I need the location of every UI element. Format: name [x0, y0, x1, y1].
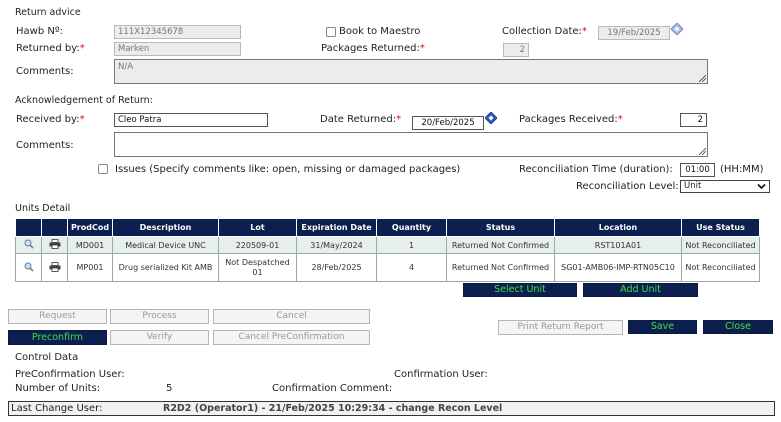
returned-by-label: Returned by:*: [16, 43, 85, 54]
recon-time-label: Reconciliation Time (duration):: [519, 164, 673, 175]
cell-location: RST101A01: [554, 236, 682, 254]
row-print-cell[interactable]: [41, 253, 68, 282]
calendar-icon[interactable]: [671, 23, 683, 35]
return-comments-textarea[interactable]: N/A: [114, 59, 708, 84]
packages-received-input[interactable]: 2: [680, 113, 707, 127]
request-button[interactable]: Request: [8, 309, 107, 324]
col-header-use-status[interactable]: Use Status: [681, 218, 760, 237]
issues-checkbox[interactable]: [98, 164, 108, 174]
magnifier-icon[interactable]: [24, 239, 34, 249]
table-row[interactable]: MP001 Drug serialized Kit AMB Not Despat…: [15, 253, 760, 282]
cell-quantity: 4: [376, 253, 447, 282]
packages-received-label: Packages Received:*: [519, 114, 623, 125]
resize-grip-icon[interactable]: [699, 75, 706, 82]
last-change-value: R2D2 (Operator1) - 21/Feb/2025 10:29:34 …: [163, 403, 503, 414]
col-header-expiration[interactable]: Expiration Date: [296, 218, 377, 237]
last-change-bar: Last Change User: R2D2 (Operator1) - 21/…: [8, 401, 775, 416]
cell-lot: Not Despatched 01: [218, 253, 297, 282]
cell-expiration: 28/Feb/2025: [296, 253, 377, 282]
printer-icon[interactable]: [49, 261, 61, 272]
close-button[interactable]: Close: [703, 320, 773, 334]
cell-prodcod: MP001: [67, 253, 113, 282]
row-view-cell[interactable]: [15, 253, 42, 282]
recon-time-unit: (HH:MM): [720, 164, 764, 175]
preconfirm-button[interactable]: Preconfirm: [8, 330, 107, 345]
confirmation-comment-label: Confirmation Comment:: [272, 383, 393, 394]
cell-expiration: 31/May/2024: [296, 236, 377, 254]
calendar-icon[interactable]: [485, 112, 497, 124]
cell-status: Returned Not Confirmed: [446, 253, 555, 282]
return-comments-value: N/A: [118, 62, 134, 72]
date-returned-label: Date Returned:*: [320, 114, 402, 125]
col-header-prodcod[interactable]: ProdCod: [67, 218, 113, 237]
return-advice-title: Return advice: [15, 7, 81, 18]
received-by-input[interactable]: Cleo Patra: [114, 113, 268, 127]
cell-prodcod: MD001: [67, 236, 113, 254]
recon-level-label: Reconciliation Level:: [576, 181, 679, 192]
save-button[interactable]: Save: [628, 320, 697, 334]
acknowledgement-title: Acknowledgement of Return:: [15, 95, 153, 106]
last-change-label: Last Change User:: [11, 403, 103, 414]
units-table: ProdCod Description Lot Expiration Date …: [15, 218, 760, 282]
book-to-maestro-label: Book to Maestro: [339, 26, 421, 37]
issues-label: Issues (Specify comments like: open, mis…: [115, 164, 461, 175]
cell-use-status: Not Reconciliated: [681, 236, 760, 254]
resize-grip-icon[interactable]: [699, 148, 706, 155]
confirmation-user-label: Confirmation User:: [394, 369, 488, 380]
row-view-cell[interactable]: [15, 236, 42, 254]
col-header-icon1: [15, 218, 42, 237]
chevron-down-icon: [757, 183, 766, 190]
col-header-icon2: [41, 218, 68, 237]
cell-description: Drug serialized Kit AMB: [112, 253, 219, 282]
packages-returned-label: Packages Returned:*: [321, 43, 425, 54]
verify-button[interactable]: Verify: [110, 330, 209, 345]
ack-comments-label: Comments:: [16, 140, 74, 151]
cell-lot: 220509-01: [218, 236, 297, 254]
return-comments-label: Comments:: [16, 66, 74, 77]
cell-description: Medical Device UNC: [112, 236, 219, 254]
returned-by-field[interactable]: Marken: [114, 42, 241, 56]
recon-level-value: Unit: [684, 181, 702, 191]
units-detail-title: Units Detail: [15, 203, 71, 214]
packages-returned-field[interactable]: 2: [503, 43, 529, 57]
magnifier-icon[interactable]: [24, 262, 34, 272]
hawb-field[interactable]: 111X12345678: [114, 25, 241, 39]
select-unit-button[interactable]: Select Unit: [463, 283, 577, 297]
collection-date-label: Collection Date:*: [502, 26, 587, 37]
print-return-report-button[interactable]: Print Return Report: [498, 320, 623, 335]
ack-comments-textarea[interactable]: [114, 132, 708, 157]
row-print-cell[interactable]: [41, 236, 68, 254]
recon-time-input[interactable]: 01:00: [680, 163, 715, 177]
book-to-maestro-checkbox[interactable]: [326, 27, 336, 37]
cancel-button[interactable]: Cancel: [213, 309, 370, 324]
col-header-lot[interactable]: Lot: [218, 218, 297, 237]
col-header-quantity[interactable]: Quantity: [376, 218, 447, 237]
cell-status: Returned Not Confirmed: [446, 236, 555, 254]
cell-use-status: Not Reconciliated: [681, 253, 760, 282]
add-unit-button[interactable]: Add Unit: [583, 283, 698, 297]
date-returned-input[interactable]: 20/Feb/2025: [412, 116, 484, 130]
table-row[interactable]: MD001 Medical Device UNC 220509-01 31/Ma…: [15, 236, 760, 254]
col-header-location[interactable]: Location: [554, 218, 682, 237]
hawb-label: Hawb Nº:: [16, 26, 63, 37]
cell-quantity: 1: [376, 236, 447, 254]
collection-date-field[interactable]: 19/Feb/2025: [598, 26, 670, 40]
number-of-units-label: Number of Units:: [15, 383, 101, 394]
control-data-title: Control Data: [15, 352, 79, 363]
cancel-preconfirmation-button[interactable]: Cancel PreConfirmation: [213, 330, 370, 345]
cell-location: SG01-AMB06-IMP-RTN05C10: [554, 253, 682, 282]
col-header-description[interactable]: Description: [112, 218, 219, 237]
recon-level-select[interactable]: Unit: [680, 180, 770, 193]
number-of-units-value: 5: [166, 383, 173, 394]
process-button[interactable]: Process: [110, 309, 209, 324]
printer-icon[interactable]: [49, 239, 61, 249]
col-header-status[interactable]: Status: [446, 218, 555, 237]
received-by-label: Received by:*: [16, 114, 85, 125]
preconfirmation-user-label: PreConfirmation User:: [15, 369, 125, 380]
